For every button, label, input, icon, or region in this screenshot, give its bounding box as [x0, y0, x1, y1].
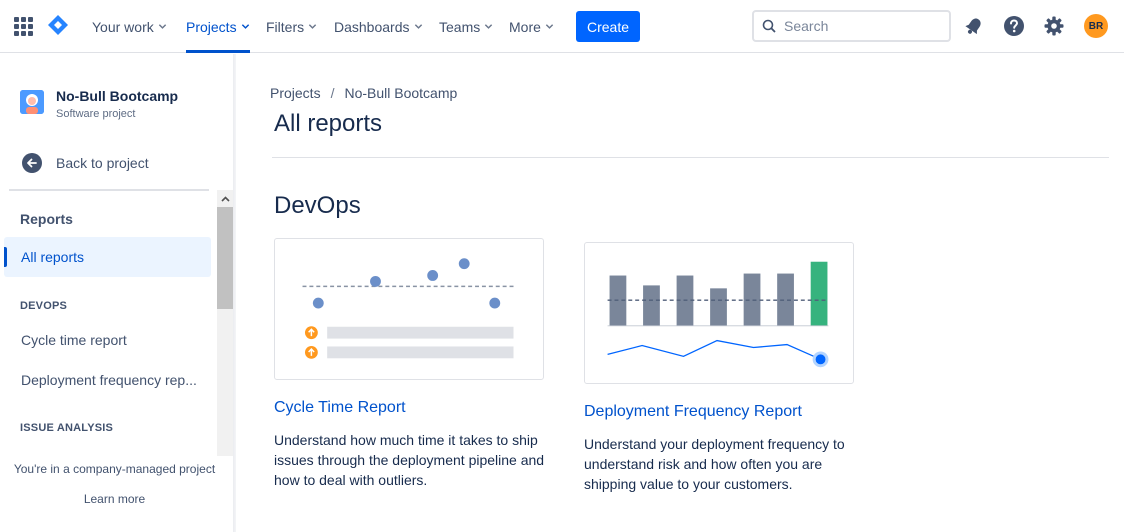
chart-bar-highlight	[810, 261, 828, 326]
chevron-down-icon	[158, 24, 166, 29]
back-to-project-label: Back to project	[56, 155, 149, 171]
trend-endpoint	[815, 354, 826, 365]
notifications-bell-icon[interactable]	[963, 15, 985, 37]
project-sidebar: No-Bull Bootcamp Software project Back t…	[0, 54, 235, 532]
sidebar-edge	[233, 54, 236, 532]
sidebar-item-label: All reports	[21, 249, 85, 265]
create-button[interactable]: Create	[576, 11, 640, 42]
nav-label: Filters	[266, 18, 305, 35]
project-avatar-icon	[20, 90, 44, 114]
sidebar-scrollbar[interactable]	[217, 190, 234, 456]
chevron-down-icon	[308, 24, 317, 29]
arrow-left-icon	[22, 153, 42, 173]
chart-bar	[710, 288, 727, 326]
page-title: All reports	[274, 110, 383, 137]
deployment-frequency-report-thumbnail[interactable]	[584, 242, 854, 384]
chart-point	[312, 297, 324, 309]
group-issue-analysis: ISSUE ANALYSIS	[20, 422, 114, 434]
chart-point	[489, 297, 501, 309]
back-to-project-link[interactable]: Back to project	[22, 153, 149, 173]
project-type: Software project	[56, 108, 136, 120]
cycle-time-report-link[interactable]: Cycle Time Report	[274, 399, 406, 417]
scrollbar-thumb[interactable]	[217, 207, 234, 309]
section-title-devops: DevOps	[274, 192, 361, 219]
chevron-down-icon	[414, 24, 422, 29]
chart-point	[427, 270, 439, 281]
chart-bar	[643, 285, 660, 326]
chart-point	[370, 275, 381, 287]
nav-more[interactable]: More	[509, 0, 554, 53]
breadcrumb-separator: /	[330, 85, 335, 101]
learn-more-link[interactable]: Learn more	[84, 492, 145, 506]
breadcrumb: Projects / No-Bull Bootcamp	[270, 85, 457, 101]
nav-label: Teams	[439, 18, 481, 35]
settings-gear-icon[interactable]	[1043, 15, 1065, 37]
sidebar-item-label: Deployment frequency rep...	[21, 372, 197, 388]
cycle-time-report-thumbnail[interactable]	[274, 238, 544, 380]
chevron-down-icon	[241, 24, 249, 29]
sidebar-item-label: Cycle time report	[21, 332, 127, 348]
placeholder-row	[327, 326, 514, 339]
project-header[interactable]: No-Bull Bootcamp Software project	[20, 88, 178, 120]
chart-point	[458, 258, 470, 270]
nav-label: Dashboards	[334, 18, 410, 35]
company-managed-note: You're in a company-managed project	[13, 462, 216, 476]
app-switcher-icon[interactable]	[14, 17, 33, 36]
cycle-time-report-description: Understand how much time it takes to shi…	[274, 432, 545, 488]
deployment-frequency-report-description: Understand your deployment frequency to …	[584, 436, 845, 492]
nav-label: More	[509, 18, 541, 35]
sidebar-item-cycle-time-report[interactable]: Cycle time report	[4, 320, 211, 360]
search-icon	[762, 19, 776, 33]
nav-label: Your work	[92, 18, 154, 35]
user-avatar[interactable]: BR	[1084, 14, 1108, 38]
top-navigation: Your work Projects Filters Dashboards Te…	[0, 0, 1124, 53]
nav-filters[interactable]: Filters	[266, 0, 317, 53]
nav-dashboards[interactable]: Dashboards	[334, 0, 423, 53]
sidebar-item-deployment-frequency-report[interactable]: Deployment frequency rep...	[4, 360, 211, 400]
search-box[interactable]	[752, 10, 951, 42]
reports-heading: Reports	[20, 211, 73, 227]
help-icon[interactable]	[1003, 15, 1025, 37]
scroll-up-arrow-icon[interactable]	[217, 190, 234, 207]
nav-projects[interactable]: Projects	[186, 0, 250, 53]
nav-teams[interactable]: Teams	[439, 0, 493, 53]
search-input[interactable]	[784, 18, 934, 34]
nav-label: Projects	[186, 18, 237, 35]
breadcrumb-projects[interactable]: Projects	[270, 85, 321, 101]
chart-bar	[777, 273, 794, 326]
sidebar-footer: You're in a company-managed project Lear…	[0, 462, 229, 508]
jira-logo-icon[interactable]	[47, 14, 69, 36]
chevron-down-icon	[485, 24, 493, 29]
sidebar-scroll-area: Reports All reports DEVOPS Cycle time re…	[0, 191, 216, 457]
sidebar-item-all-reports[interactable]: All reports	[4, 237, 211, 277]
deployment-frequency-report-link[interactable]: Deployment Frequency Report	[584, 403, 802, 421]
title-divider	[272, 157, 1109, 158]
project-name: No-Bull Bootcamp	[56, 88, 179, 104]
breadcrumb-project[interactable]: No-Bull Bootcamp	[344, 85, 457, 101]
group-devops: DEVOPS	[20, 300, 68, 312]
chevron-down-icon	[545, 24, 554, 29]
nav-your-work[interactable]: Your work	[92, 0, 167, 53]
placeholder-row	[327, 346, 514, 359]
trend-line	[607, 339, 821, 360]
